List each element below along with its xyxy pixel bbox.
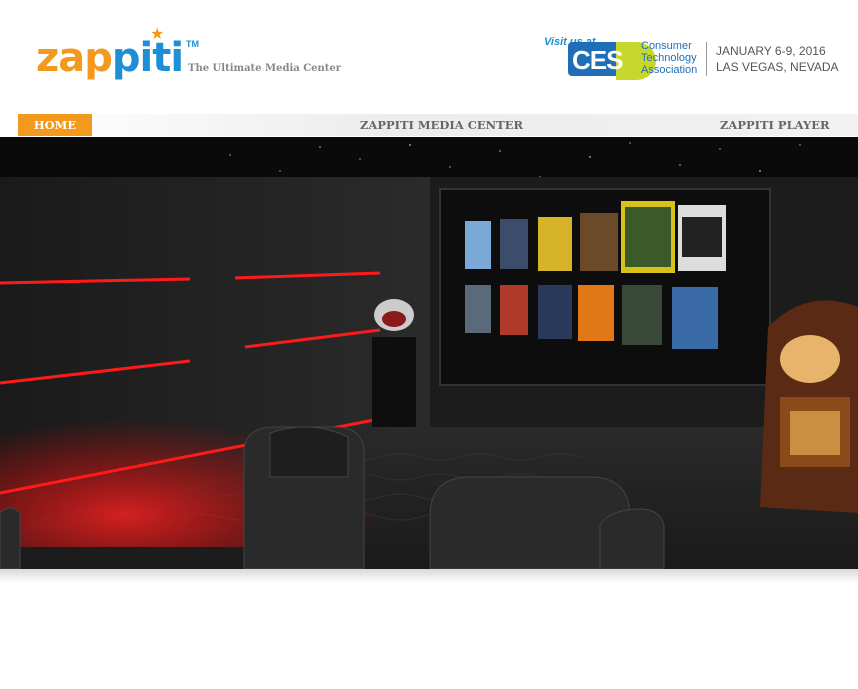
event-details: JANUARY 6-9, 2016 LAS VEGAS, NEVADA	[716, 43, 839, 75]
header: ★ zappiti TM The Ultimate Media Center V…	[0, 0, 858, 114]
logo-wordmark: zappiti	[36, 35, 184, 81]
nav-home[interactable]: HOME	[18, 114, 92, 136]
zappiti-logo[interactable]: ★ zappiti TM The Ultimate Media Center	[36, 24, 341, 88]
ces-logo: CES	[568, 42, 656, 80]
event-date: JANUARY 6-9, 2016	[716, 44, 826, 58]
logo-trademark: TM	[186, 39, 199, 49]
jukebox	[760, 300, 858, 513]
event-location: LAS VEGAS, NEVADA	[716, 60, 839, 74]
hero-shadow	[0, 569, 858, 583]
cta-org-line2: Technology	[641, 52, 697, 64]
nav-media-center[interactable]: ZAPPITI MEDIA CENTER	[360, 114, 523, 136]
ces-logo-text: CES	[572, 45, 623, 75]
cta-org-line1: Consumer	[641, 40, 692, 52]
nav-player[interactable]: ZAPPITI PLAYER	[720, 114, 830, 136]
main-nav: HOME ZAPPITI MEDIA CENTER ZAPPITI PLAYER	[18, 114, 858, 136]
ces-banner[interactable]: Visit us at CES Consumer Technology Asso…	[544, 36, 839, 82]
cta-org-name: Consumer Technology Association	[641, 40, 697, 76]
pedestal	[372, 337, 416, 427]
logo-tagline: The Ultimate Media Center	[188, 63, 342, 74]
divider	[706, 42, 707, 76]
home-theater-illustration	[0, 137, 858, 569]
hero-home-theater-image	[0, 137, 858, 569]
cta-org-line3: Association	[641, 64, 698, 76]
